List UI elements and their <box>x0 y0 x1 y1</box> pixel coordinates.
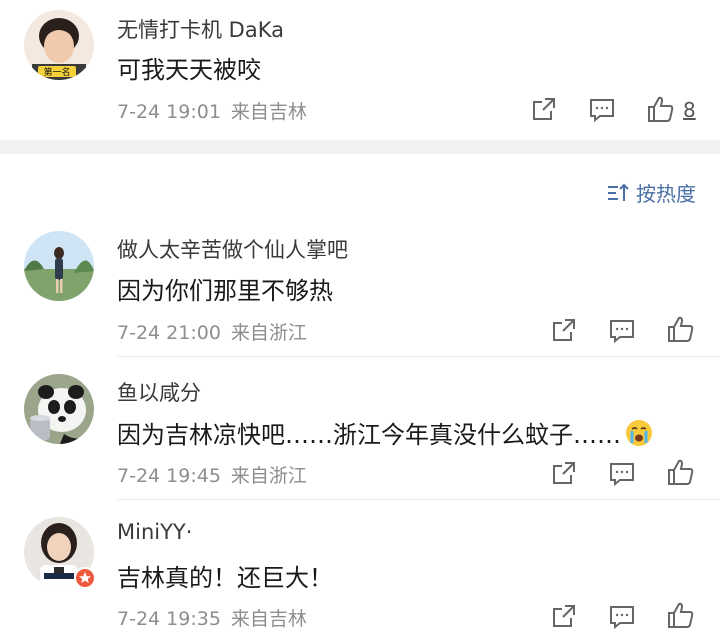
comment-icon[interactable] <box>608 461 636 487</box>
comment-icon[interactable] <box>608 604 636 630</box>
like-icon[interactable] <box>666 600 696 630</box>
divider <box>117 499 720 500</box>
comment-icon[interactable] <box>588 97 616 123</box>
comment-text: 吉林真的！还巨大！ <box>117 564 333 592</box>
avatar[interactable]: 第一名 <box>24 10 94 80</box>
comment-date: 7-24 19:45 <box>117 465 221 487</box>
comment-location: 来自吉林 <box>230 608 307 630</box>
share-icon[interactable] <box>551 603 577 629</box>
sort-label[interactable]: 按热度 <box>636 178 696 207</box>
comment-text: 可我天天被咬 <box>117 56 261 84</box>
avatar[interactable] <box>24 374 94 444</box>
comment-text: 因为吉林凉快吧……浙江今年真没什么蚊子…… <box>117 415 653 453</box>
username[interactable]: MiniYY· <box>117 520 192 544</box>
verified-badge-icon <box>74 567 96 593</box>
avatar[interactable] <box>24 231 94 301</box>
share-icon[interactable] <box>551 317 577 343</box>
username[interactable]: 做人太辛苦做个仙人掌吧 <box>117 234 348 264</box>
sort-toggle[interactable]: 按热度 <box>606 178 696 207</box>
comment-meta: 7-24 19:45 来自浙江 <box>117 461 307 488</box>
username[interactable]: 无情打卡机 DaKa <box>117 14 284 44</box>
comment-meta: 7-24 19:01 来自吉林 <box>117 97 307 124</box>
like-count[interactable]: 8 <box>683 98 696 122</box>
share-icon[interactable] <box>551 460 577 486</box>
comment-icon[interactable] <box>608 318 636 344</box>
svg-text:第一名: 第一名 <box>43 66 70 78</box>
comment-text: 因为你们那里不够热 <box>117 277 333 305</box>
like-icon[interactable] <box>666 457 696 487</box>
comment-item: 第一名 无情打卡机 DaKa 可我天天被咬 7-24 19:01 来自吉林 8 <box>0 0 720 140</box>
comment-date: 7-24 19:01 <box>117 101 221 123</box>
comment-meta: 7-24 19:35 来自吉林 <box>117 604 307 631</box>
comment-date: 7-24 19:35 <box>117 608 221 630</box>
sort-icon <box>608 183 629 201</box>
comment-text-content: 因为吉林凉快吧……浙江今年真没什么蚊子…… <box>117 421 621 449</box>
comment-date: 7-24 21:00 <box>117 322 221 344</box>
share-icon[interactable] <box>531 96 557 122</box>
section-separator <box>0 140 720 154</box>
comment-location: 来自浙江 <box>230 465 307 487</box>
comment-meta: 7-24 21:00 来自浙江 <box>117 318 307 345</box>
divider <box>117 356 720 357</box>
comment-location: 来自浙江 <box>230 322 307 344</box>
comment-location: 来自吉林 <box>230 101 307 123</box>
like-icon[interactable] <box>646 94 676 124</box>
like-icon[interactable] <box>666 314 696 344</box>
crying-face-icon <box>625 419 653 453</box>
username[interactable]: 鱼以咸分 <box>117 377 201 407</box>
